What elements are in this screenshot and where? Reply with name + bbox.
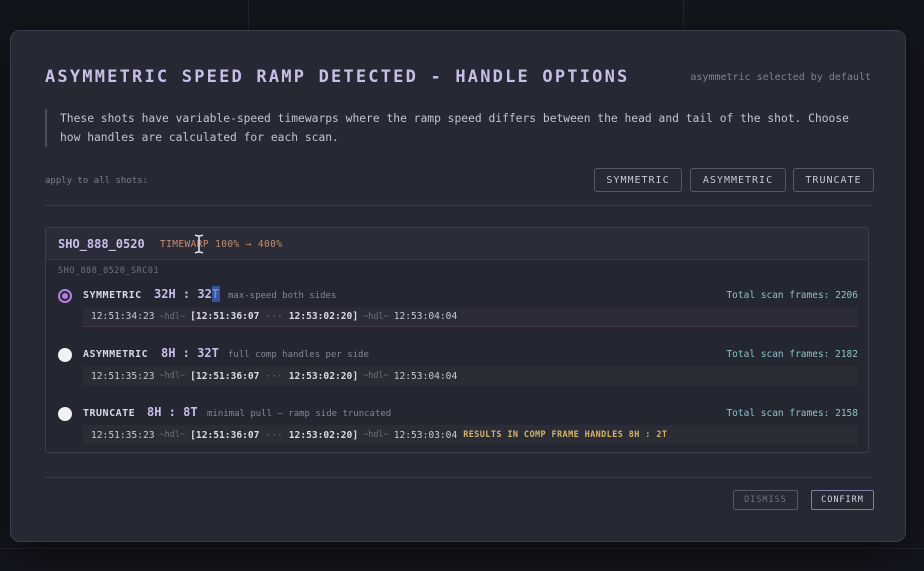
- radio-asymmetric[interactable]: [58, 348, 72, 362]
- total-scan-frames: Total scan frames: 2206: [726, 290, 858, 301]
- dialog-description: These shots have variable-speed timewarp…: [45, 109, 860, 147]
- tc-handle-marker: ~hdl~: [159, 311, 186, 322]
- tc-start: 12:51:35:23: [91, 370, 155, 382]
- tc-out: 12:53:02:20]: [288, 429, 359, 441]
- option-truncate[interactable]: TRUNCATE 8H : 8T minimal pull — ramp sid…: [46, 399, 868, 455]
- option-note: minimal pull — ramp side truncated: [207, 409, 392, 419]
- tc-end: 12:53:04:04: [393, 311, 458, 322]
- dialog-title: ASYMMETRIC SPEED RAMP DETECTED - HANDLE …: [45, 67, 630, 87]
- tc-dots: ···: [265, 370, 283, 382]
- option-label: SYMMETRIC: [83, 290, 142, 301]
- tc-start: 12:51:34:23: [91, 311, 155, 322]
- tc-handle-marker: ~hdl~: [159, 430, 186, 440]
- handle-ratio: 32H : 32T: [154, 287, 220, 301]
- default-hint: asymmetric selected by default: [690, 72, 871, 83]
- text-selection-highlight: [212, 286, 220, 302]
- radio-symmetric[interactable]: [58, 289, 72, 303]
- tc-in: [12:51:36:07: [190, 429, 260, 441]
- apply-symmetric-button[interactable]: SYMMETRIC: [594, 168, 682, 192]
- total-scan-frames: Total scan frames: 2158: [726, 408, 858, 419]
- shot-name: SHO_888_0520: [58, 237, 145, 251]
- radio-truncate[interactable]: [58, 407, 72, 421]
- total-scan-frames: Total scan frames: 2182: [726, 349, 858, 360]
- footer-divider: [45, 477, 873, 478]
- scan-id: SHO_888_0520_SRC01: [58, 266, 160, 276]
- option-symmetric[interactable]: SYMMETRIC 32H : 32T max-speed both sides…: [46, 281, 868, 337]
- confirm-button[interactable]: CONFIRM: [811, 490, 874, 510]
- option-note: max-speed both sides: [228, 291, 337, 301]
- shot-header: SHO_888_0520 TIMEWARP 100% → 400%: [46, 228, 868, 260]
- background-divider: [248, 0, 249, 30]
- apply-truncate-button[interactable]: TRUNCATE: [793, 168, 874, 192]
- timewarp-badge: TIMEWARP 100% → 400%: [160, 239, 283, 250]
- tc-handle-marker: ~hdl~: [363, 430, 389, 440]
- tc-handle-marker: ~hdl~: [159, 371, 186, 381]
- tc-start: 12:51:35:23: [91, 429, 155, 441]
- tc-dots: ···: [265, 311, 283, 322]
- text-cursor-icon: [194, 234, 204, 254]
- shot-card: SHO_888_0520 TIMEWARP 100% → 400% SHO_88…: [45, 227, 869, 453]
- section-divider: [45, 205, 873, 206]
- option-label: TRUNCATE: [83, 408, 136, 419]
- handle-ratio: 8H : 32T: [161, 346, 219, 360]
- truncate-warning: RESULTS IN COMP FRAME HANDLES 8H : 2T: [463, 430, 668, 440]
- handle-ratio: 8H : 8T: [147, 405, 198, 419]
- tc-out: 12:53:02:20]: [288, 370, 359, 382]
- option-label: ASYMMETRIC: [83, 349, 149, 360]
- timecode-row: 12:51:34:23 ~hdl~ [12:51:36:07 ··· 12:53…: [83, 307, 858, 327]
- handle-options-dialog: ASYMMETRIC SPEED RAMP DETECTED - HANDLE …: [10, 30, 906, 542]
- background-divider: [0, 548, 924, 549]
- option-asymmetric[interactable]: ASYMMETRIC 8H : 32T full comp handles pe…: [46, 340, 868, 396]
- tc-in: [12:51:36:07: [190, 311, 260, 322]
- apply-asymmetric-button[interactable]: ASYMMETRIC: [690, 168, 786, 192]
- tc-out: 12:53:02:20]: [288, 311, 359, 322]
- background-divider: [683, 0, 684, 30]
- tc-end: 12:53:04:04: [393, 370, 458, 382]
- tc-dots: ···: [265, 429, 283, 441]
- tc-handle-marker: ~hdl~: [363, 311, 389, 322]
- tc-in: [12:51:36:07: [190, 370, 260, 382]
- apply-all-label: apply to all shots:: [45, 176, 148, 186]
- timecode-row: 12:51:35:23 ~hdl~ [12:51:36:07 ··· 12:53…: [83, 425, 858, 445]
- tc-end: 12:53:03:04: [393, 429, 458, 441]
- tc-handle-marker: ~hdl~: [363, 371, 389, 381]
- timecode-row: 12:51:35:23 ~hdl~ [12:51:36:07 ··· 12:53…: [83, 366, 858, 386]
- option-note: full comp handles per side: [228, 350, 369, 360]
- dismiss-button[interactable]: DISMISS: [733, 490, 798, 510]
